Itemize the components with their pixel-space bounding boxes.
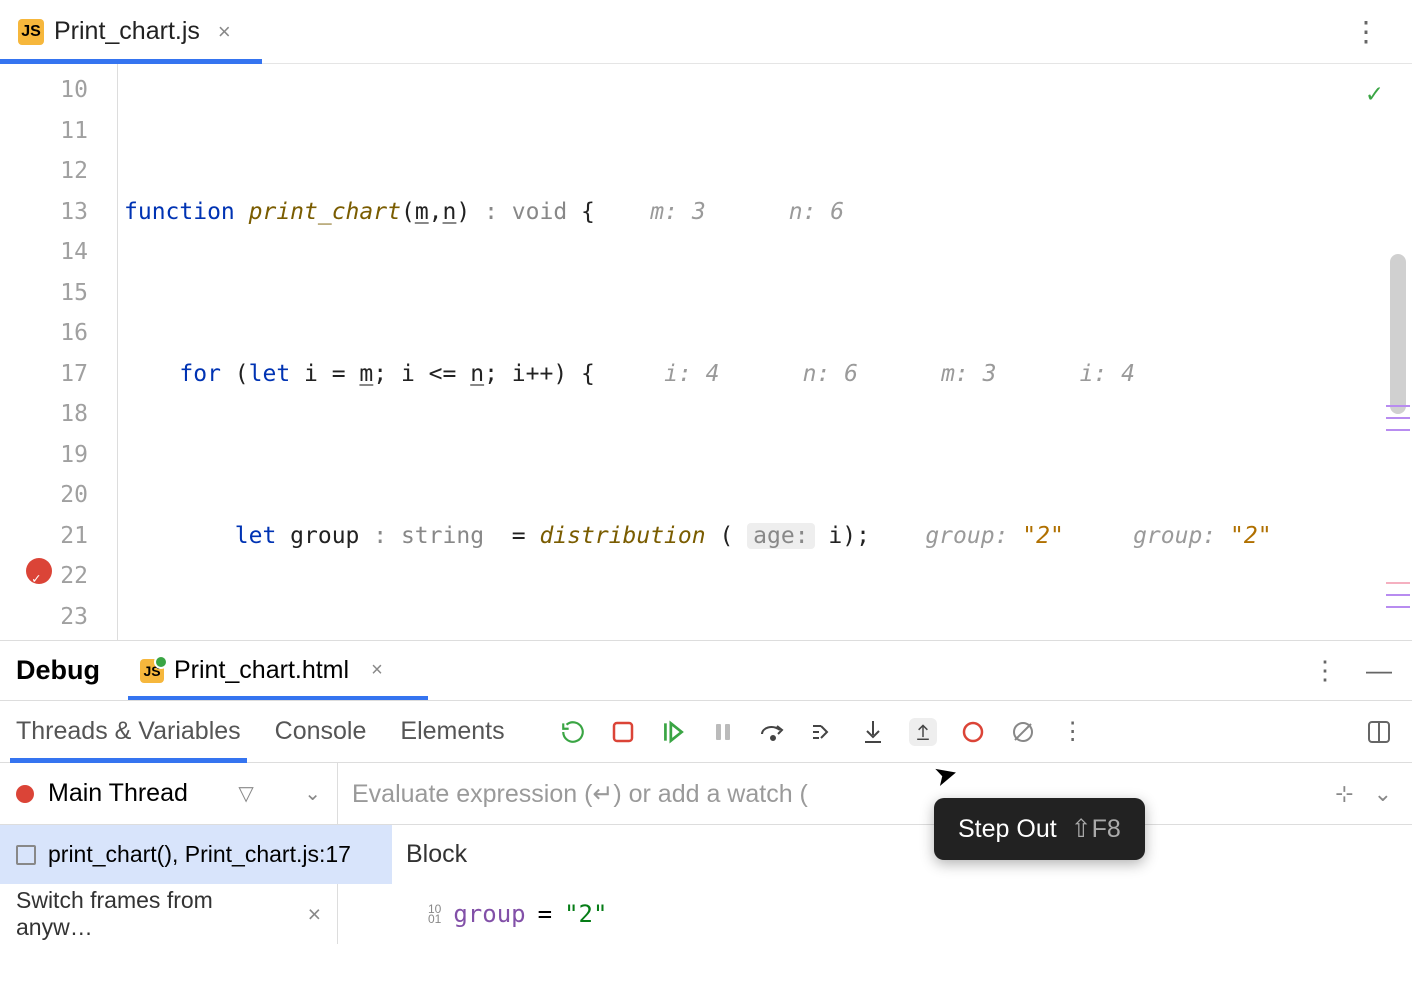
- more-icon[interactable]: ⋮: [1312, 655, 1338, 686]
- file-tab[interactable]: JS Print_chart.js ×: [0, 0, 249, 63]
- breakpoint-icon[interactable]: [26, 558, 52, 584]
- frame-label: print_chart(), Print_chart.js:17: [48, 841, 351, 868]
- threads-row: Main Thread ▽ ⌄ Evaluate expression (↵) …: [0, 762, 1412, 824]
- var-value: "2": [564, 900, 607, 928]
- step-out-tooltip: Step Out ⇧F8: [934, 798, 1145, 860]
- rerun-icon[interactable]: [559, 718, 587, 746]
- var-name: group: [453, 900, 525, 928]
- check-ok-icon[interactable]: ✓: [1366, 74, 1382, 115]
- view-breakpoints-icon[interactable]: [959, 718, 987, 746]
- overview-ruler: [1386, 314, 1410, 640]
- binary-icon: 1001: [428, 904, 441, 924]
- close-icon[interactable]: ×: [218, 19, 231, 45]
- code-editor[interactable]: 10111213 14151617 18192021 2223 function…: [0, 64, 1412, 640]
- chevron-down-icon[interactable]: ⌄: [1374, 781, 1392, 807]
- step-over-icon[interactable]: [759, 718, 787, 746]
- close-icon[interactable]: ×: [308, 901, 321, 928]
- mute-breakpoints-icon[interactable]: [1009, 718, 1037, 746]
- step-out-icon[interactable]: [909, 718, 937, 746]
- expression-placeholder: Evaluate expression (↵) or add a watch (: [352, 779, 808, 809]
- tab-console[interactable]: Console: [275, 701, 367, 762]
- tooltip-shortcut: ⇧F8: [1071, 814, 1121, 844]
- step-into-icon[interactable]: [809, 718, 837, 746]
- code-area[interactable]: function print_chart(m,n) : void { m: 3 …: [118, 64, 1412, 640]
- resume-icon[interactable]: [659, 718, 687, 746]
- tab-threads-variables[interactable]: Threads & Variables: [16, 701, 241, 762]
- thread-name: Main Thread: [48, 779, 188, 808]
- evaluate-expression-input[interactable]: Evaluate expression (↵) or add a watch (…: [338, 763, 1412, 824]
- thread-selector[interactable]: Main Thread ▽ ⌄: [0, 763, 338, 824]
- minimize-icon[interactable]: —: [1366, 655, 1392, 686]
- debug-toolbar: Threads & Variables Console Elements ⋮: [0, 700, 1412, 762]
- layout-icon[interactable]: [1366, 719, 1392, 745]
- file-tab-label: Print_chart.js: [54, 17, 200, 46]
- variable-entry[interactable]: 1001 group = "2": [338, 884, 1412, 944]
- switch-frames-hint: Switch frames from anyw…: [16, 887, 296, 941]
- tooltip-label: Step Out: [958, 815, 1057, 844]
- stack-frame[interactable]: print_chart(), Print_chart.js:17: [0, 825, 392, 884]
- editor-tab-bar: JS Print_chart.js × ⋮: [0, 0, 1412, 64]
- js-file-icon: JS: [18, 19, 44, 45]
- filter-icon[interactable]: ▽: [238, 781, 253, 806]
- debug-title: Debug: [16, 655, 100, 686]
- stack-frame-row: print_chart(), Print_chart.js:17 Block: [0, 824, 1412, 884]
- more-icon[interactable]: ⋮: [1352, 15, 1382, 48]
- pause-icon[interactable]: [709, 718, 737, 746]
- add-watch-icon[interactable]: ⊹: [1335, 781, 1353, 807]
- line-gutter: 10111213 14151617 18192021 2223: [0, 64, 118, 640]
- tab-elements[interactable]: Elements: [400, 701, 504, 762]
- close-icon[interactable]: ×: [371, 659, 383, 682]
- step-into-my-icon[interactable]: [859, 718, 887, 746]
- variables-row: Switch frames from anyw… × 1001 group = …: [0, 884, 1412, 944]
- thread-status-icon: [16, 785, 34, 803]
- more-icon[interactable]: ⋮: [1059, 718, 1087, 746]
- debug-panel-header: Debug JS Print_chart.html × ⋮ —: [0, 640, 1412, 700]
- debug-run-tab[interactable]: JS Print_chart.html ×: [140, 641, 383, 700]
- frame-icon: [16, 845, 36, 865]
- scope-label: Block: [392, 825, 1412, 884]
- js-file-icon: JS: [140, 659, 164, 683]
- stop-icon[interactable]: [609, 718, 637, 746]
- run-config-label: Print_chart.html: [174, 656, 349, 685]
- chevron-down-icon[interactable]: ⌄: [304, 781, 321, 806]
